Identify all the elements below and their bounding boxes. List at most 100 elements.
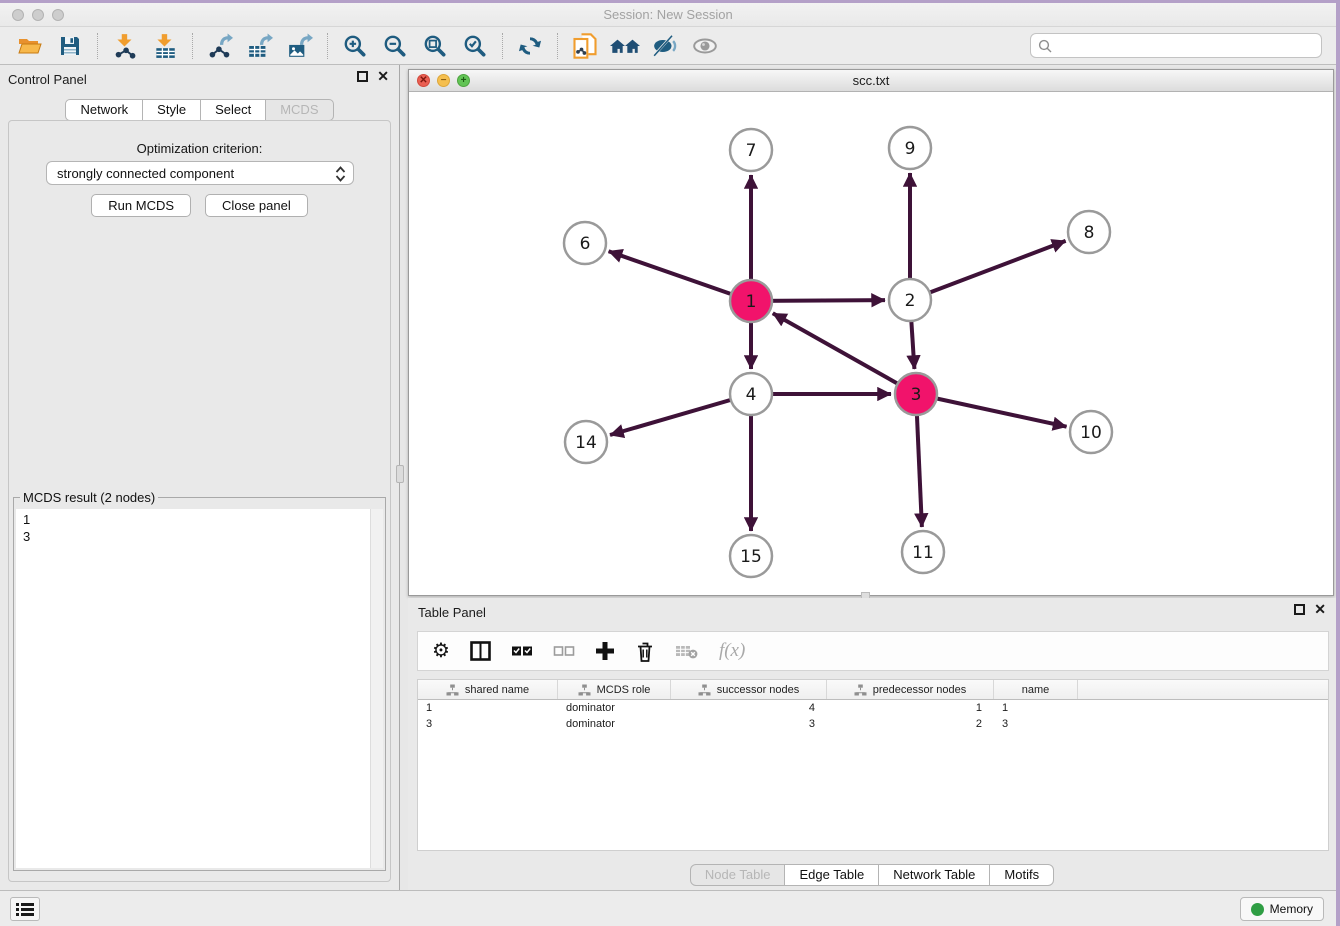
tab-style[interactable]: Style bbox=[142, 99, 201, 121]
toolbar-separator bbox=[97, 33, 98, 59]
graph-node-11[interactable]: 11 bbox=[902, 531, 944, 573]
import-network-icon[interactable] bbox=[105, 30, 145, 62]
houses-icon[interactable] bbox=[605, 30, 645, 62]
tab-network-table[interactable]: Network Table bbox=[878, 864, 990, 886]
network-minimize-icon[interactable]: − bbox=[437, 74, 450, 87]
graph-edge-3-1[interactable] bbox=[773, 313, 916, 394]
float-panel-icon[interactable] bbox=[357, 71, 368, 82]
mcds-result-text[interactable]: 1 3 bbox=[16, 509, 383, 868]
graph-node-6[interactable]: 6 bbox=[564, 222, 606, 264]
zoom-in-icon[interactable] bbox=[335, 30, 375, 62]
tab-motifs[interactable]: Motifs bbox=[989, 864, 1054, 886]
main-area: Control Panel ✕ Network Style Select MCD… bbox=[0, 65, 1336, 890]
run-mcds-button[interactable]: Run MCDS bbox=[91, 194, 191, 217]
traffic-lights bbox=[12, 9, 64, 21]
network-view-window: ✕ − + scc.txt 7 9 6 8 1 2 4 3 14 10 15 11 bbox=[408, 69, 1334, 596]
toggle-column-icon[interactable] bbox=[470, 637, 491, 665]
show-all-icon[interactable] bbox=[685, 30, 725, 62]
svg-text:8: 8 bbox=[1084, 223, 1095, 243]
graph-node-14[interactable]: 14 bbox=[565, 421, 607, 463]
graph-edge-2-8[interactable] bbox=[910, 241, 1066, 300]
memory-button[interactable]: Memory bbox=[1240, 897, 1324, 921]
list-icon bbox=[16, 902, 34, 917]
optimization-criterion-select[interactable]: strongly connected component bbox=[46, 161, 354, 185]
tab-node-table[interactable]: Node Table bbox=[690, 864, 786, 886]
vertical-splitter-handle[interactable] bbox=[396, 465, 404, 483]
svg-text:9: 9 bbox=[905, 139, 916, 159]
svg-text:10: 10 bbox=[1080, 423, 1102, 443]
table-cell: 1 bbox=[994, 700, 1078, 716]
table-row[interactable]: 3dominator323 bbox=[418, 716, 1328, 732]
zoom-selected-icon[interactable] bbox=[455, 30, 495, 62]
float-table-panel-icon[interactable] bbox=[1294, 604, 1305, 615]
refresh-icon[interactable] bbox=[510, 30, 550, 62]
graph-node-15[interactable]: 15 bbox=[730, 535, 772, 577]
minimize-window-icon[interactable] bbox=[32, 9, 44, 21]
export-table-icon[interactable] bbox=[240, 30, 280, 62]
column-header-shared-name[interactable]: shared name bbox=[418, 680, 558, 699]
close-window-icon[interactable] bbox=[12, 9, 24, 21]
table-row[interactable]: 1dominator411 bbox=[418, 700, 1328, 716]
memory-status-icon bbox=[1251, 903, 1264, 916]
graph-edge-1-6[interactable] bbox=[609, 251, 751, 301]
tab-mcds[interactable]: MCDS bbox=[265, 99, 333, 121]
duplicate-network-icon[interactable] bbox=[565, 30, 605, 62]
chevron-up-down-icon bbox=[335, 165, 346, 183]
memory-label: Memory bbox=[1270, 902, 1313, 916]
tab-network[interactable]: Network bbox=[65, 99, 143, 121]
column-header-successor-nodes[interactable]: successor nodes bbox=[671, 680, 827, 699]
zoom-window-icon[interactable] bbox=[52, 9, 64, 21]
function-builder-icon[interactable]: f(x) bbox=[719, 637, 745, 665]
save-session-icon[interactable] bbox=[50, 30, 90, 62]
deselect-all-icon[interactable] bbox=[553, 637, 575, 665]
table-settings-gear-icon[interactable]: ⚙ bbox=[432, 637, 450, 665]
table-panel-title: Table Panel bbox=[418, 605, 486, 620]
network-close-icon[interactable]: ✕ bbox=[417, 74, 430, 87]
search-input[interactable] bbox=[1057, 38, 1321, 53]
graph-edge-3-10[interactable] bbox=[916, 394, 1067, 427]
toolbar-separator bbox=[327, 33, 328, 59]
window-title: Session: New Session bbox=[0, 3, 1336, 27]
clear-table-icon[interactable] bbox=[675, 637, 699, 665]
hide-selected-icon[interactable] bbox=[645, 30, 685, 62]
tab-edge-table[interactable]: Edge Table bbox=[784, 864, 879, 886]
graph-node-9[interactable]: 9 bbox=[889, 127, 931, 169]
graph-node-7[interactable]: 7 bbox=[730, 129, 772, 171]
close-table-panel-icon[interactable]: ✕ bbox=[1314, 604, 1326, 615]
main-toolbar bbox=[0, 27, 1336, 65]
graph-node-4[interactable]: 4 bbox=[730, 373, 772, 415]
export-image-icon[interactable] bbox=[280, 30, 320, 62]
fit-content-icon[interactable] bbox=[415, 30, 455, 62]
mcds-result-scrollbar[interactable] bbox=[370, 509, 383, 868]
graph-node-8[interactable]: 8 bbox=[1068, 211, 1110, 253]
network-window-title: scc.txt bbox=[409, 70, 1333, 92]
export-network-icon[interactable] bbox=[200, 30, 240, 62]
delete-row-icon[interactable] bbox=[635, 637, 655, 665]
column-header-name[interactable]: name bbox=[994, 680, 1078, 699]
add-row-icon[interactable] bbox=[595, 637, 615, 665]
graph-node-3[interactable]: 3 bbox=[895, 373, 937, 415]
table-cell: 4 bbox=[671, 700, 827, 716]
close-panel-button[interactable]: Close panel bbox=[205, 194, 308, 217]
network-maximize-icon[interactable]: + bbox=[457, 74, 470, 87]
table-cell: dominator bbox=[558, 716, 671, 732]
graph-node-10[interactable]: 10 bbox=[1070, 411, 1112, 453]
table-toolbar: ⚙ f(x) bbox=[417, 631, 1329, 671]
task-history-button[interactable] bbox=[10, 897, 40, 921]
network-canvas[interactable]: 7 9 6 8 1 2 4 3 14 10 15 11 bbox=[409, 92, 1333, 595]
column-header-MCDS-role[interactable]: MCDS role bbox=[558, 680, 671, 699]
select-all-icon[interactable] bbox=[511, 637, 533, 665]
zoom-out-icon[interactable] bbox=[375, 30, 415, 62]
graph-node-2[interactable]: 2 bbox=[889, 279, 931, 321]
import-table-icon[interactable] bbox=[145, 30, 185, 62]
table-panel: Table Panel ✕ ⚙ bbox=[408, 598, 1336, 890]
search-field[interactable] bbox=[1030, 33, 1322, 58]
optimization-criterion-label: Optimization criterion: bbox=[9, 141, 390, 156]
open-session-icon[interactable] bbox=[10, 30, 50, 62]
table-panel-header: Table Panel ✕ bbox=[408, 598, 1336, 626]
tab-select[interactable]: Select bbox=[200, 99, 266, 121]
close-panel-icon[interactable]: ✕ bbox=[377, 71, 389, 82]
column-header-predecessor-nodes[interactable]: predecessor nodes bbox=[827, 680, 994, 699]
svg-text:14: 14 bbox=[575, 433, 597, 453]
graph-node-1[interactable]: 1 bbox=[730, 280, 772, 322]
